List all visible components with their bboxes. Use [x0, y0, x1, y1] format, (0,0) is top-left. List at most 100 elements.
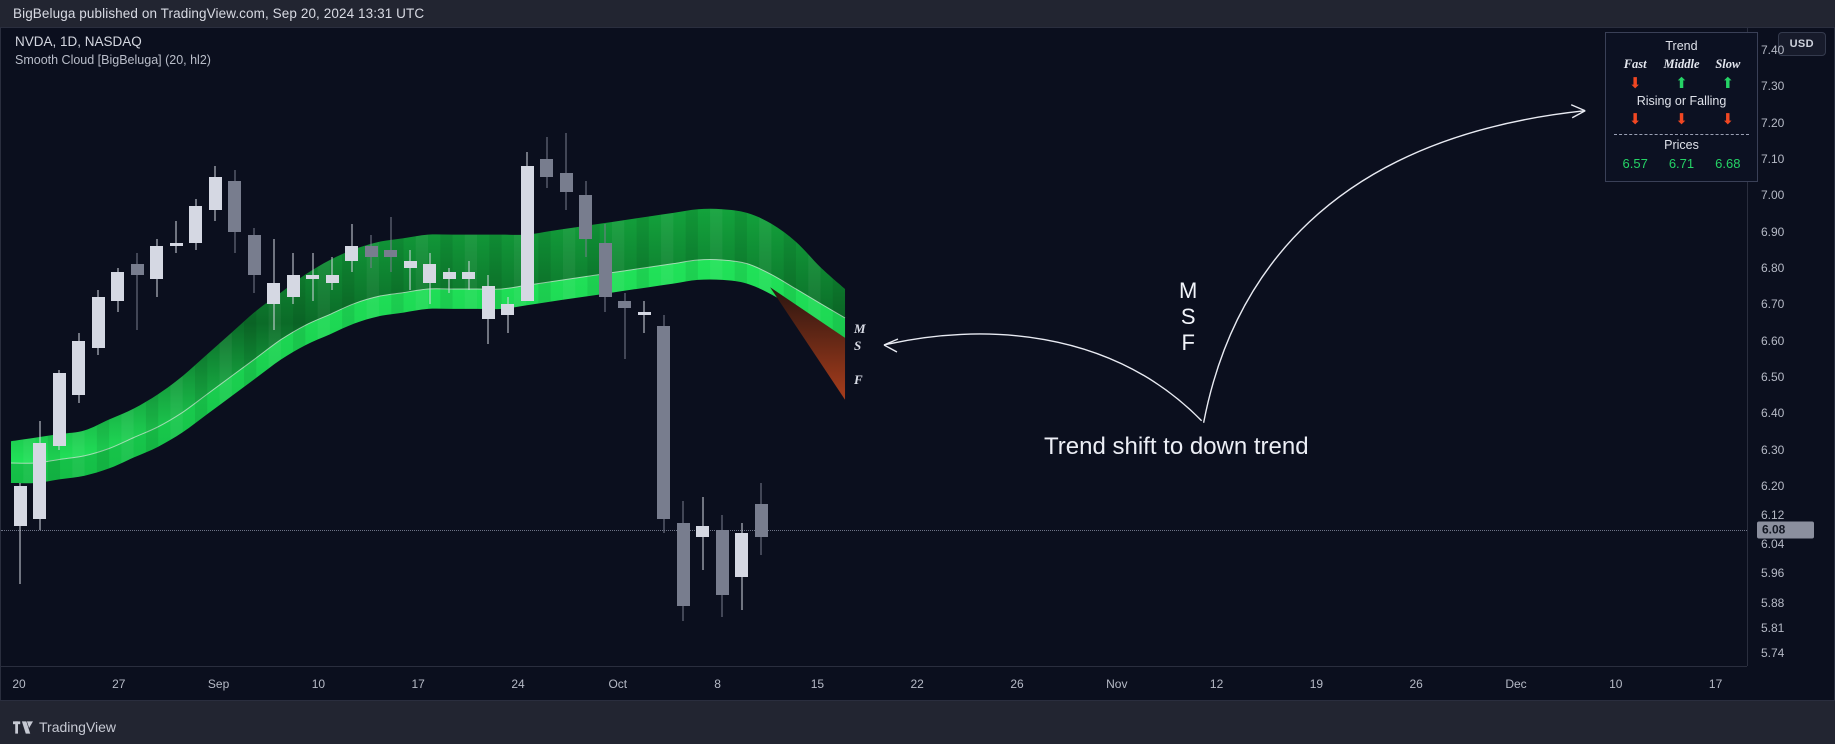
candle-body	[111, 271, 124, 301]
tradingview-brand[interactable]: TradingView	[13, 719, 116, 735]
time-tick: 26	[1409, 677, 1423, 691]
time-tick: 27	[112, 677, 126, 691]
time-tick: Oct	[608, 677, 628, 691]
candle-body	[598, 242, 612, 298]
arrow-down-icon: ⬇	[1628, 74, 1642, 92]
arrow-down-icon: ⬇	[1675, 110, 1688, 128]
arrow-up-icon: ⬆	[1675, 74, 1688, 92]
candle-body	[345, 246, 358, 261]
time-tick: 12	[1209, 677, 1224, 691]
candle-body	[384, 249, 397, 258]
candlestick	[423, 28, 436, 666]
candle-body	[364, 246, 378, 258]
candlestick	[130, 28, 144, 666]
candlestick	[364, 28, 378, 666]
price-tick: 6.12	[1761, 508, 1785, 523]
trend-arrow-cell: ⬆	[1705, 74, 1751, 93]
candle-body	[267, 282, 280, 305]
candle-body	[403, 260, 417, 268]
tradingview-logo-icon	[13, 720, 33, 734]
candle-body	[559, 173, 573, 192]
price-tick: 5.74	[1761, 646, 1785, 661]
candle-body	[501, 304, 514, 316]
candle-body	[189, 206, 202, 243]
chart-frame[interactable]: NVDA, 1D, NASDAQ Smooth Cloud [BigBeluga…	[0, 27, 1835, 701]
legend-symbol[interactable]: NVDA, 1D, NASDAQ	[15, 32, 211, 51]
candle-wick	[565, 133, 567, 210]
cloud-label-slow: S	[854, 338, 862, 353]
candle-wick	[175, 220, 177, 254]
candlestick	[676, 28, 690, 666]
candle-body	[52, 373, 66, 447]
annotation-msf-stack: M S F	[1179, 278, 1197, 356]
time-tick: 22	[910, 677, 924, 691]
time-tick: 10	[1609, 677, 1623, 691]
candle-wick	[331, 257, 333, 290]
rising-falling-arrow-cell: ⬇	[1658, 110, 1704, 129]
price-tick: 7.00	[1761, 188, 1785, 203]
candle-body	[481, 286, 495, 319]
candle-body	[754, 504, 768, 538]
candle-body	[325, 275, 339, 283]
candlestick	[657, 28, 670, 666]
cloud-label-middle: M	[854, 321, 866, 336]
candle-wick	[643, 300, 645, 334]
trend-arrow-cell: ⬇	[1612, 74, 1658, 93]
price-middle: 6.71	[1668, 156, 1695, 171]
candlestick	[150, 28, 163, 666]
price-tick: 6.70	[1761, 297, 1785, 312]
candlestick	[384, 28, 397, 666]
candlestick	[618, 28, 631, 666]
time-tick: 26	[1010, 677, 1024, 691]
candlestick	[72, 28, 85, 666]
candlestick	[481, 28, 495, 666]
candle-body	[33, 442, 46, 519]
prices-row: 6.57 6.71 6.68	[1612, 154, 1751, 173]
publish-bar: BigBeluga published on TradingView.com, …	[0, 0, 1835, 27]
cloud-label-fast: F	[854, 372, 863, 387]
time-tick: Dec	[1505, 677, 1527, 691]
trend-info-panel[interactable]: Trend Fast Middle Slow ⬇ ⬆ ⬆ Rising or Fal…	[1605, 32, 1758, 182]
candle-body	[735, 533, 748, 578]
trend-header-middle: Middle	[1663, 57, 1700, 71]
publish-text: BigBeluga published on TradingView.com, …	[13, 6, 425, 21]
candlestick	[579, 28, 592, 666]
time-tick: Sep	[207, 677, 230, 691]
candlestick	[247, 28, 261, 666]
annotation-caption: Trend shift to down trend	[1044, 433, 1309, 460]
candlestick	[442, 28, 456, 666]
candlestick	[267, 28, 280, 666]
price-tick: 5.81	[1761, 621, 1785, 635]
candlestick	[91, 28, 105, 666]
price-tick: 6.04	[1761, 537, 1785, 552]
time-tick: 17	[411, 677, 425, 691]
price-axis[interactable]: USD 7.40 7.30 7.20 7.10 7.00 6.90 6.80 6.70 6.60…	[1747, 28, 1834, 666]
annotation-msf-m: M	[1179, 278, 1198, 303]
candle-body	[208, 177, 222, 210]
candle-body	[696, 526, 709, 538]
candlestick	[754, 28, 768, 666]
chart-legend[interactable]: NVDA, 1D, NASDAQ Smooth Cloud [BigBeluga…	[15, 32, 211, 69]
legend-indicator[interactable]: Smooth Cloud [BigBeluga] (20, hl2)	[15, 51, 211, 69]
time-tick: 15	[810, 677, 825, 691]
annotation-msf-s: S	[1180, 304, 1196, 329]
price-tick: 6.40	[1761, 406, 1785, 421]
candle-body	[462, 271, 475, 279]
trend-panel-subtitle: Rising or Falling	[1636, 94, 1727, 108]
trend-panel-divider	[1614, 134, 1749, 135]
trend-panel-headers: Fast Middle Slow	[1612, 55, 1751, 74]
rising-falling-arrow-cell: ⬇	[1705, 110, 1751, 129]
plot-area[interactable]: M S F M S F Trend shift to down trend	[1, 28, 1747, 666]
candle-body	[130, 264, 144, 276]
candlestick	[501, 28, 514, 666]
candlestick	[559, 28, 573, 666]
candle-body	[169, 242, 183, 247]
price-tick: 6.90	[1761, 224, 1785, 239]
candle-body	[618, 300, 631, 308]
rising-falling-arrow-cell: ⬇	[1612, 110, 1658, 129]
rising-falling-arrow-row: ⬇ ⬇ ⬇	[1612, 110, 1751, 129]
cloud-column-shade	[10, 208, 11, 484]
time-axis[interactable]: 20 27 Sep 10 17 24 Oct 8 15 22 26 Nov 12 19 26 Dec 10 17	[1, 666, 1747, 700]
price-fast: 6.57	[1622, 156, 1648, 171]
trend-header-fast: Fast	[1623, 57, 1647, 71]
